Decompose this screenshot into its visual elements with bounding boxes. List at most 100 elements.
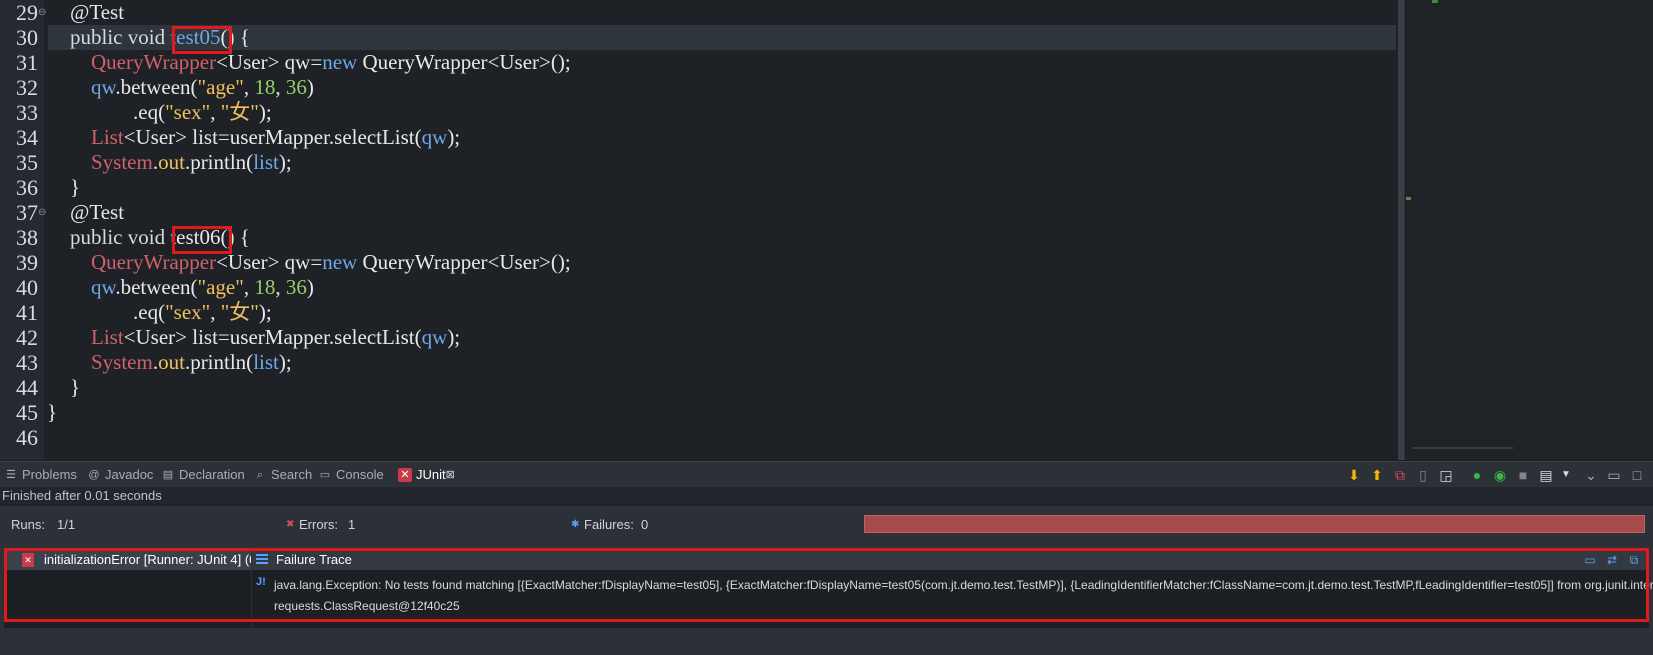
tab-junit[interactable]: ✕ JUnit ⊠	[398, 462, 455, 487]
code-token: <User>();	[487, 50, 571, 74]
code-text: QueryWrapper<User> qw=new QueryWrapper<U…	[70, 50, 571, 75]
minimize-icon[interactable]: ▭	[1605, 466, 1623, 484]
code-line[interactable]: 35 System.out.println(list);	[0, 150, 1398, 175]
code-token: );	[278, 350, 292, 374]
code-token: "女"	[220, 300, 259, 324]
junit-icon: ✕	[398, 467, 412, 482]
tab-label: Problems	[22, 467, 77, 482]
code-line[interactable]: 44}	[0, 375, 1398, 400]
line-number: 35	[16, 150, 38, 175]
code-line[interactable]: 29 ⊖ @Test	[0, 0, 1398, 25]
code-line[interactable]: 32 qw.between("age", 18, 36)	[0, 75, 1398, 100]
code-token: 18	[254, 275, 276, 299]
maximize-icon[interactable]: □	[1628, 466, 1646, 484]
code-token: new	[322, 250, 363, 274]
stop-icon[interactable]: ■	[1514, 466, 1532, 484]
tab-label: Console	[336, 467, 384, 482]
code-token: .eq(	[70, 100, 166, 124]
code-token: ,	[243, 75, 255, 99]
code-line[interactable]: 37 ⊖ @Test	[0, 200, 1398, 225]
code-text: qw.between("age", 18, 36)	[70, 75, 314, 100]
code-token: "女"	[220, 100, 259, 124]
code-token: ,	[243, 275, 255, 299]
tab-console[interactable]: ▭ Console	[318, 462, 384, 487]
line-number: 44	[16, 375, 38, 400]
code-token: System	[91, 350, 153, 374]
code-token: qw	[91, 75, 116, 99]
scroll-lock-icon[interactable]: ▯	[1414, 466, 1432, 484]
code-token: qw	[421, 125, 448, 149]
line-number: 40	[16, 275, 38, 300]
line-number: 43	[16, 350, 38, 375]
code-editor[interactable]: 29 ⊖ @Test 30 public void test05() {31 Query…	[0, 0, 1398, 460]
overview-ruler	[1404, 0, 1653, 460]
code-line[interactable]: 41 .eq("sex", "女");	[0, 300, 1398, 325]
test-run-history-icon[interactable]: ▤	[1537, 466, 1555, 484]
junit-status-line: Finished after 0.01 seconds	[0, 487, 1653, 505]
code-token: public void	[70, 225, 171, 249]
code-text: QueryWrapper<User> qw=new QueryWrapper<U…	[70, 250, 571, 275]
code-token: );	[447, 125, 461, 149]
close-icon[interactable]: ⊠	[446, 468, 455, 481]
code-line[interactable]: 40 qw.between("age", 18, 36)	[0, 275, 1398, 300]
code-token: );	[258, 100, 272, 124]
next-failure-icon[interactable]: ⬇	[1345, 466, 1363, 484]
rerun-failed-icon[interactable]: ◉	[1491, 466, 1509, 484]
code-token: 36	[285, 75, 307, 99]
tab-javadoc[interactable]: @ Javadoc	[87, 462, 153, 487]
code-token: ,	[275, 75, 286, 99]
code-token: }	[47, 400, 58, 424]
tab-problems[interactable]: ☰ Problems	[4, 462, 77, 487]
fold-toggle-icon[interactable]: ⊖	[38, 0, 46, 25]
code-line[interactable]: 46	[0, 425, 1398, 450]
code-token: .println(	[184, 350, 254, 374]
problems-icon: ☰	[6, 468, 16, 481]
view-menu-icon[interactable]: ⌄	[1582, 466, 1600, 484]
code-token: out	[158, 350, 185, 374]
tab-search[interactable]: ⌕ Search	[253, 462, 312, 487]
code-token: ,	[210, 300, 221, 324]
code-line[interactable]: 45}	[0, 400, 1398, 425]
tab-label: Javadoc	[105, 467, 154, 482]
code-token: "age"	[197, 75, 244, 99]
line-number: 32	[16, 75, 38, 100]
dropdown-chevron-icon[interactable]: ▼	[1557, 466, 1575, 484]
fold-toggle-icon[interactable]: ⊖	[38, 200, 46, 225]
history-icon[interactable]: ◲	[1437, 466, 1455, 484]
code-token: QueryWrapper	[362, 50, 488, 74]
previous-failure-icon[interactable]: ⬆	[1368, 466, 1386, 484]
code-token: <User> list=userMapper.selectList(	[123, 325, 422, 349]
highlight-box-test06	[172, 226, 232, 254]
runs-label: Runs:	[11, 517, 45, 532]
tab-label: Search	[271, 467, 313, 482]
code-line[interactable]: 36}	[0, 175, 1398, 200]
line-number: 46	[16, 425, 38, 450]
code-token: )	[306, 75, 314, 99]
error-icon: ✖	[286, 519, 295, 530]
code-line[interactable]: 33 .eq("sex", "女");	[0, 100, 1398, 125]
current-line-highlight	[48, 25, 1396, 50]
rerun-test-icon[interactable]: ●	[1468, 466, 1486, 484]
show-failures-only-icon[interactable]: ⧉	[1391, 466, 1409, 484]
line-number: 42	[16, 325, 38, 350]
code-line[interactable]: 34 List<User> list=userMapper.selectList…	[0, 125, 1398, 150]
code-line[interactable]: 43 System.out.println(list);	[0, 350, 1398, 375]
line-number: 41	[16, 300, 38, 325]
line-number: 38	[16, 225, 38, 250]
code-text: List<User> list=userMapper.selectList(qw…	[70, 325, 460, 350]
code-text: qw.between("age", 18, 36)	[70, 275, 314, 300]
code-line[interactable]: 42 List<User> list=userMapper.selectList…	[0, 325, 1398, 350]
status-text: Finished after 0.01 seconds	[2, 488, 162, 503]
line-number: 39	[16, 250, 38, 275]
code-text: System.out.println(list);	[70, 150, 292, 175]
code-token: );	[447, 325, 461, 349]
code-token: 36	[285, 275, 307, 299]
tab-declaration[interactable]: ▤ Declaration	[161, 462, 245, 487]
code-token: List	[91, 125, 124, 149]
line-number: 30	[16, 25, 38, 50]
